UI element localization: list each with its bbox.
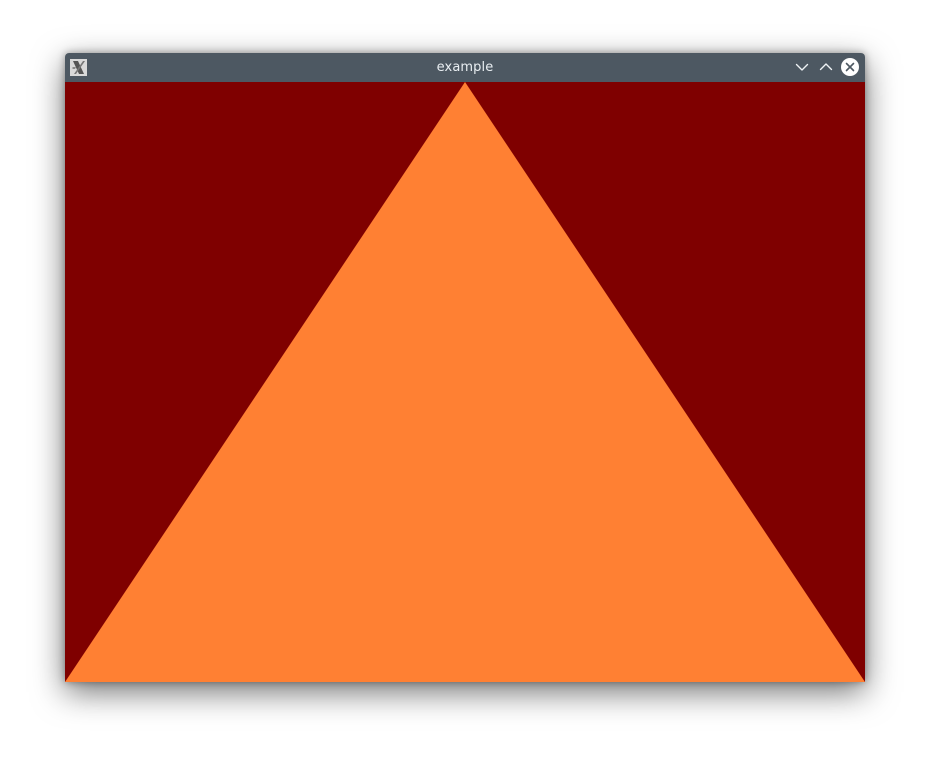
maximize-button[interactable] [816,57,836,77]
scene-svg [65,82,865,682]
window-title: example [436,60,494,75]
minimize-button[interactable] [792,57,812,77]
close-icon [845,62,855,72]
chevron-up-icon [819,63,833,71]
render-canvas[interactable] [65,82,865,682]
app-window: example [65,53,865,682]
chevron-down-icon [795,63,809,71]
close-button[interactable] [840,57,860,77]
close-button-circle [841,58,859,76]
title-bar[interactable]: example [65,53,865,82]
